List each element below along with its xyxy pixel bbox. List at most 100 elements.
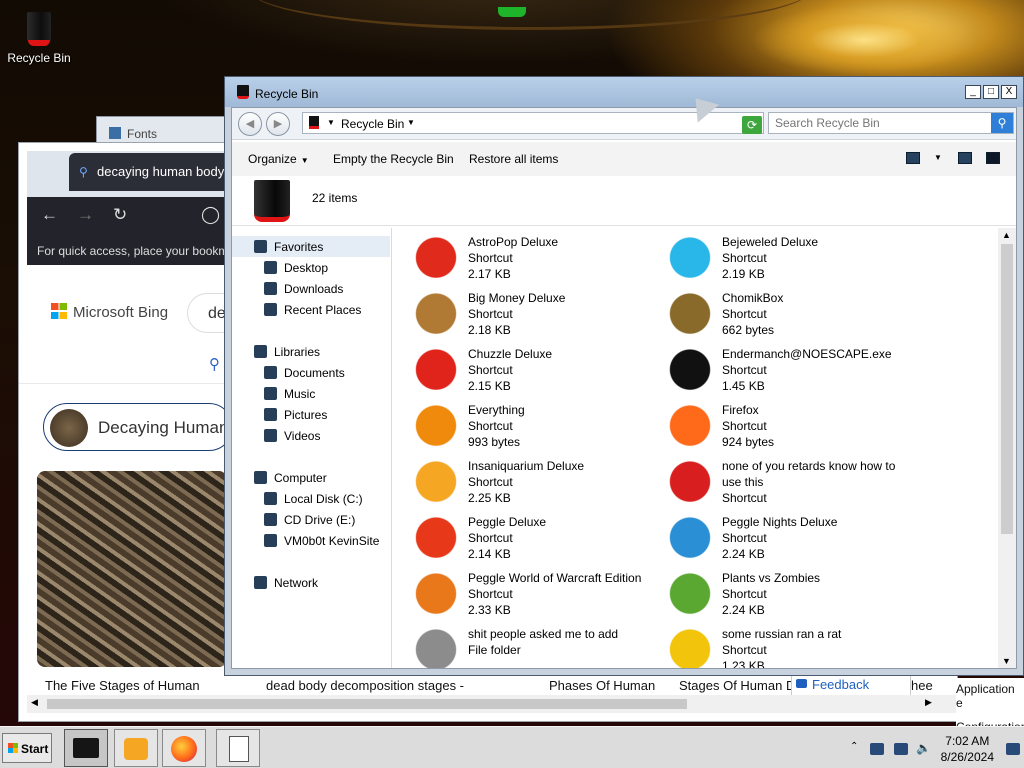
terminal-icon <box>666 348 714 396</box>
sidebar-item-favorites[interactable]: Favorites <box>232 236 390 257</box>
sidebar-item-vm0b0t-kevinsite[interactable]: VM0b0t KevinSite <box>232 530 390 551</box>
file-item[interactable]: Bejeweled Deluxe Shortcut 2.19 KB <box>666 234 916 290</box>
maximize-button[interactable]: □ <box>983 85 999 99</box>
file-item[interactable]: Plants vs Zombies Shortcut 2.24 KB <box>666 570 916 626</box>
forward-button[interactable]: ▶ <box>266 112 290 136</box>
search-icon[interactable]: ⚲ <box>209 355 220 373</box>
file-item[interactable]: Peggle World of Warcraft Edition Shortcut… <box>412 570 662 626</box>
scroll-down-icon[interactable]: ▼ <box>1002 656 1011 666</box>
feedback-button[interactable]: Feedback <box>791 673 911 697</box>
file-item[interactable]: ChomikBox Shortcut 662 bytes <box>666 290 916 346</box>
image-caption[interactable]: dead body decomposition stages - <box>266 678 464 693</box>
breadcrumb-arrow-icon[interactable]: ▼ <box>327 118 335 127</box>
shield-icon[interactable]: ◯ <box>201 205 220 225</box>
file-item[interactable]: Peggle Deluxe Shortcut 2.14 KB <box>412 514 662 570</box>
peggle-nights-icon <box>666 516 714 564</box>
hamster-icon <box>666 292 714 340</box>
desktop-icon-recycle-bin[interactable]: Recycle Bin <box>6 8 72 65</box>
help-icon[interactable] <box>986 152 1000 164</box>
file-item[interactable]: AstroPop Deluxe Shortcut 2.17 KB <box>412 234 662 290</box>
minimize-button[interactable]: _ <box>965 85 981 99</box>
scroll-left-icon[interactable]: ◀ <box>31 697 38 708</box>
network-icon[interactable] <box>870 743 884 755</box>
file-item[interactable]: Big Money Deluxe Shortcut 2.18 KB <box>412 290 662 346</box>
empty-recycle-bin-button[interactable]: Empty the Recycle Bin <box>333 152 454 166</box>
sidebar-item-libraries[interactable]: Libraries <box>232 341 390 362</box>
organize-label: Organize <box>248 152 297 166</box>
folder-icon <box>254 471 267 484</box>
sidebar-item-label: Videos <box>284 429 321 443</box>
chevron-down-icon[interactable]: ▼ <box>934 153 942 162</box>
folder-icon <box>412 628 460 668</box>
image-caption[interactable]: Phases Of Human <box>549 678 655 693</box>
back-button[interactable]: ◀ <box>238 112 262 136</box>
view-options-icon[interactable] <box>906 152 920 164</box>
horizontal-scrollbar[interactable]: ◀ ▶ <box>27 695 957 713</box>
scroll-thumb[interactable] <box>1001 244 1013 534</box>
sidebar-item-recent-places[interactable]: Recent Places <box>232 299 390 320</box>
file-item[interactable]: Everything Shortcut 993 bytes <box>412 402 662 458</box>
search-box[interactable]: ⚲ <box>768 112 1014 134</box>
start-button[interactable]: Start <box>2 733 52 763</box>
vertical-scrollbar[interactable]: ▲ ▼ <box>998 228 1016 668</box>
taskbar-solitaire[interactable] <box>216 729 260 767</box>
scroll-thumb[interactable] <box>47 699 687 709</box>
file-type: Shortcut <box>722 587 767 601</box>
file-item[interactable]: Peggle Nights Deluxe Shortcut 2.24 KB <box>666 514 916 570</box>
bing-logo[interactable]: Microsoft Bing <box>51 303 168 321</box>
related-search-chip[interactable]: Decaying Human <box>43 403 233 451</box>
file-type: Shortcut <box>468 307 513 321</box>
file-size: 2.25 KB <box>468 491 511 505</box>
file-size: 993 bytes <box>468 435 521 449</box>
notification-icon[interactable] <box>1006 743 1020 755</box>
sidebar-item-downloads[interactable]: Downloads <box>232 278 390 299</box>
taskbar-media-player[interactable] <box>114 729 158 767</box>
preview-pane-icon[interactable] <box>958 152 972 164</box>
search-input[interactable] <box>769 113 991 133</box>
sidebar-item-label: Favorites <box>274 240 324 254</box>
sidebar-item-label: VM0b0t KevinSite <box>284 534 380 548</box>
file-item[interactable]: shit people asked me to add File folder <box>412 626 662 668</box>
scroll-right-icon[interactable]: ▶ <box>925 697 932 708</box>
image-caption[interactable]: The Five Stages of Human <box>45 678 200 693</box>
image-result-thumbnail[interactable] <box>37 471 227 667</box>
taskbar-recycle-bin[interactable] <box>64 729 108 767</box>
search-icon[interactable]: ⚲ <box>991 113 1013 133</box>
file-item[interactable]: none of you retards know how to use this… <box>666 458 916 514</box>
display-icon[interactable] <box>894 743 908 755</box>
breadcrumb-dropdown-icon[interactable]: ▼ <box>407 118 415 127</box>
forward-icon[interactable]: → <box>77 205 94 225</box>
back-icon[interactable]: ← <box>41 205 58 225</box>
scroll-up-icon[interactable]: ▲ <box>1002 230 1011 240</box>
refresh-button[interactable]: ⟳ <box>742 116 762 134</box>
sidebar-item-network[interactable]: Network <box>232 572 390 593</box>
sidebar-item-computer[interactable]: Computer <box>232 467 390 488</box>
file-item[interactable]: Endermanch@NOESCAPE.exe Shortcut 1.45 KB <box>666 346 916 402</box>
sidebar-item-label: Music <box>284 387 316 401</box>
recycle-bin-window[interactable]: Recycle Bin _ □ X ◀ ▶ ▼ Recycle Bin ▼ ▼ … <box>224 76 1024 676</box>
breadcrumb-recycle-bin[interactable]: Recycle Bin <box>341 117 404 131</box>
media-player-icon <box>124 738 148 760</box>
file-item[interactable]: Insaniquarium Deluxe Shortcut 2.25 KB <box>412 458 662 514</box>
file-item[interactable]: Firefox Shortcut 924 bytes <box>666 402 916 458</box>
title-bar[interactable]: Recycle Bin _ □ X <box>225 77 1023 107</box>
image-caption[interactable]: Stages Of Human D <box>679 678 795 693</box>
show-hidden-icon[interactable]: ⌃ <box>850 741 858 752</box>
sidebar-item-videos[interactable]: Videos <box>232 425 390 446</box>
sidebar-item-pictures[interactable]: Pictures <box>232 404 390 425</box>
details-header: 22 items <box>232 176 1016 226</box>
sidebar-item-local-disk-c[interactable]: Local Disk (C:) <box>232 488 390 509</box>
sidebar-item-cd-drive-e[interactable]: CD Drive (E:) <box>232 509 390 530</box>
taskbar-firefox[interactable] <box>162 729 206 767</box>
file-item[interactable]: Chuzzle Deluxe Shortcut 2.15 KB <box>412 346 662 402</box>
volume-icon[interactable]: 🔈 <box>916 741 931 755</box>
sidebar-item-desktop[interactable]: Desktop <box>232 257 390 278</box>
sidebar-item-documents[interactable]: Documents <box>232 362 390 383</box>
organize-button[interactable]: Organize ▼ <box>248 152 309 166</box>
file-item[interactable]: some russian ran a rat Shortcut 1.23 KB <box>666 626 916 668</box>
restore-all-button[interactable]: Restore all items <box>469 152 558 166</box>
reload-icon[interactable]: ↻ <box>113 205 127 225</box>
close-button[interactable]: X <box>1001 85 1017 99</box>
clock[interactable]: 7:02 AM 8/26/2024 <box>941 733 994 765</box>
sidebar-item-music[interactable]: Music <box>232 383 390 404</box>
